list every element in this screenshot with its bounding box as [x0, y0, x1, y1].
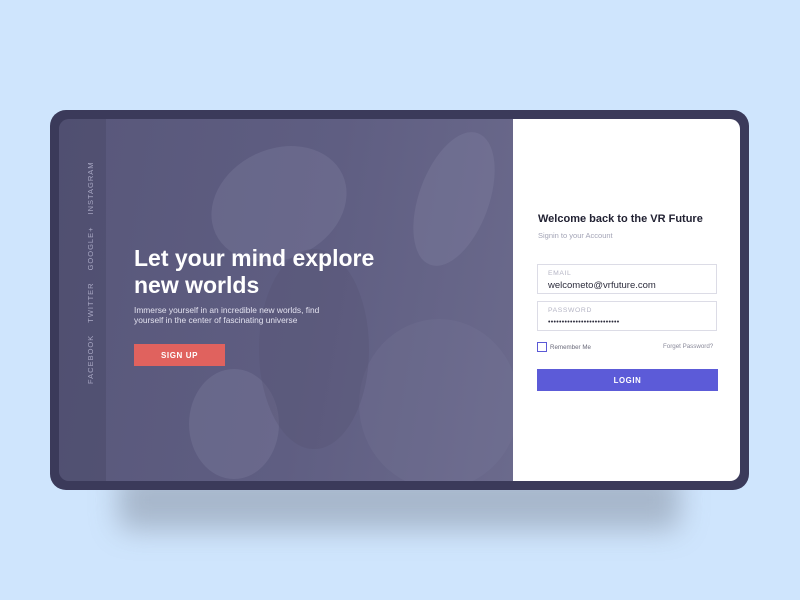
signup-button[interactable]: SIGN UP	[134, 344, 225, 366]
form-subtitle: Signin to your Account	[538, 231, 613, 240]
email-label: EMAIL	[548, 270, 572, 277]
email-input[interactable]	[548, 279, 703, 291]
google-plus-link[interactable]: GOOGLE+	[86, 227, 95, 271]
hero-headline: Let your mind explore new worlds	[134, 245, 375, 298]
hero-panel: FACEBOOK TWITTER GOOGLE+ INSTAGRAM Let y…	[59, 119, 513, 481]
password-input[interactable]	[548, 316, 703, 328]
twitter-link[interactable]: TWITTER	[86, 282, 95, 322]
password-label: PASSWORD	[548, 307, 592, 314]
login-screen: FACEBOOK TWITTER GOOGLE+ INSTAGRAM Let y…	[59, 119, 740, 481]
remember-me[interactable]: Remember Me	[537, 342, 591, 352]
remember-me-label[interactable]: Remember Me	[550, 344, 591, 351]
social-links: FACEBOOK TWITTER GOOGLE+ INSTAGRAM	[86, 161, 95, 384]
forgot-password-link[interactable]: Forget Password?	[663, 343, 713, 350]
form-title: Welcome back to the VR Future	[538, 213, 703, 225]
login-form-panel: Welcome back to the VR Future Signin to …	[513, 119, 740, 481]
password-field[interactable]: PASSWORD	[537, 301, 717, 331]
instagram-link[interactable]: INSTAGRAM	[86, 161, 95, 214]
hero-subtext: Immerse yourself in an incredible new wo…	[134, 305, 320, 325]
background-photo-shape	[359, 319, 513, 481]
device-frame: FACEBOOK TWITTER GOOGLE+ INSTAGRAM Let y…	[50, 110, 749, 490]
social-strip	[59, 119, 106, 481]
remember-me-checkbox[interactable]	[537, 342, 547, 352]
facebook-link[interactable]: FACEBOOK	[86, 335, 95, 384]
login-button[interactable]: LOGIN	[537, 369, 718, 391]
email-field[interactable]: EMAIL	[537, 264, 717, 294]
raised-hand-photo-shape	[397, 121, 511, 277]
